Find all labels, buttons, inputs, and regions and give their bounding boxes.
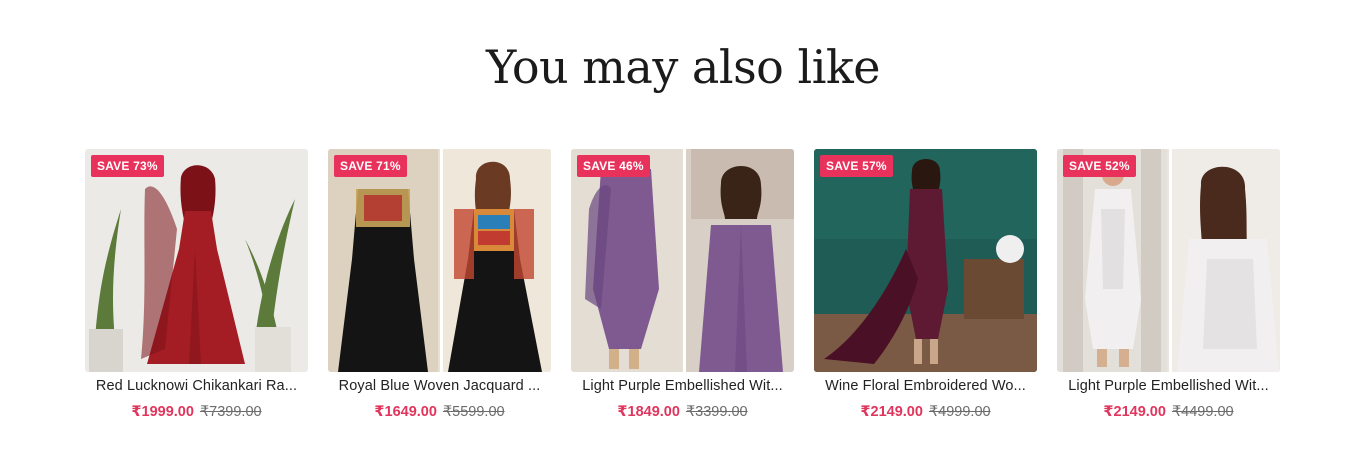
product-title[interactable]: Wine Floral Embroidered Wo... — [814, 377, 1037, 395]
save-badge: SAVE 73% — [91, 155, 164, 177]
product-title[interactable]: Royal Blue Woven Jacquard ... — [328, 377, 551, 395]
product-title[interactable]: Red Lucknowi Chikankari Ra... — [85, 377, 308, 395]
product-grid: SAVE 73% Red Lucknowi Chikankari Ra... ₹… — [85, 149, 1281, 429]
price-row: ₹2149.00 ₹4499.00 — [1057, 403, 1280, 421]
sale-price: ₹2149.00 — [860, 404, 923, 420]
compare-price: ₹3399.00 — [685, 404, 748, 420]
product-card[interactable]: SAVE 71% Royal Blue Woven Jacquard ... ₹… — [328, 149, 551, 429]
save-badge: SAVE 71% — [334, 155, 407, 177]
save-badge: SAVE 46% — [577, 155, 650, 177]
product-image[interactable]: SAVE 71% — [328, 149, 551, 372]
sale-price: ₹2149.00 — [1103, 404, 1166, 420]
product-card[interactable]: SAVE 57% Wine Floral Embroidered Wo... ₹… — [814, 149, 1037, 429]
sale-price: ₹1649.00 — [374, 404, 437, 420]
compare-price: ₹4499.00 — [1171, 404, 1234, 420]
product-image[interactable]: SAVE 46% — [571, 149, 794, 372]
save-badge: SAVE 57% — [820, 155, 893, 177]
save-badge: SAVE 52% — [1063, 155, 1136, 177]
product-card[interactable]: SAVE 52% Light Purple Embellished Wit...… — [1057, 149, 1280, 429]
price-row: ₹1999.00 ₹7399.00 — [85, 403, 308, 421]
product-card[interactable]: SAVE 73% Red Lucknowi Chikankari Ra... ₹… — [85, 149, 308, 429]
price-row: ₹1849.00 ₹3399.00 — [571, 403, 794, 421]
compare-price: ₹4999.00 — [928, 404, 991, 420]
sale-price: ₹1849.00 — [617, 404, 680, 420]
section-title: You may also like — [485, 40, 881, 94]
product-title[interactable]: Light Purple Embellished Wit... — [1057, 377, 1280, 395]
compare-price: ₹7399.00 — [199, 404, 262, 420]
compare-price: ₹5599.00 — [442, 404, 505, 420]
product-image[interactable]: SAVE 73% — [85, 149, 308, 372]
product-title[interactable]: Light Purple Embellished Wit... — [571, 377, 794, 395]
price-row: ₹1649.00 ₹5599.00 — [328, 403, 551, 421]
product-image[interactable]: SAVE 52% — [1057, 149, 1280, 372]
price-row: ₹2149.00 ₹4999.00 — [814, 403, 1037, 421]
product-image[interactable]: SAVE 57% — [814, 149, 1037, 372]
product-card[interactable]: SAVE 46% Light Purple Embellished Wit...… — [571, 149, 794, 429]
sale-price: ₹1999.00 — [131, 404, 194, 420]
